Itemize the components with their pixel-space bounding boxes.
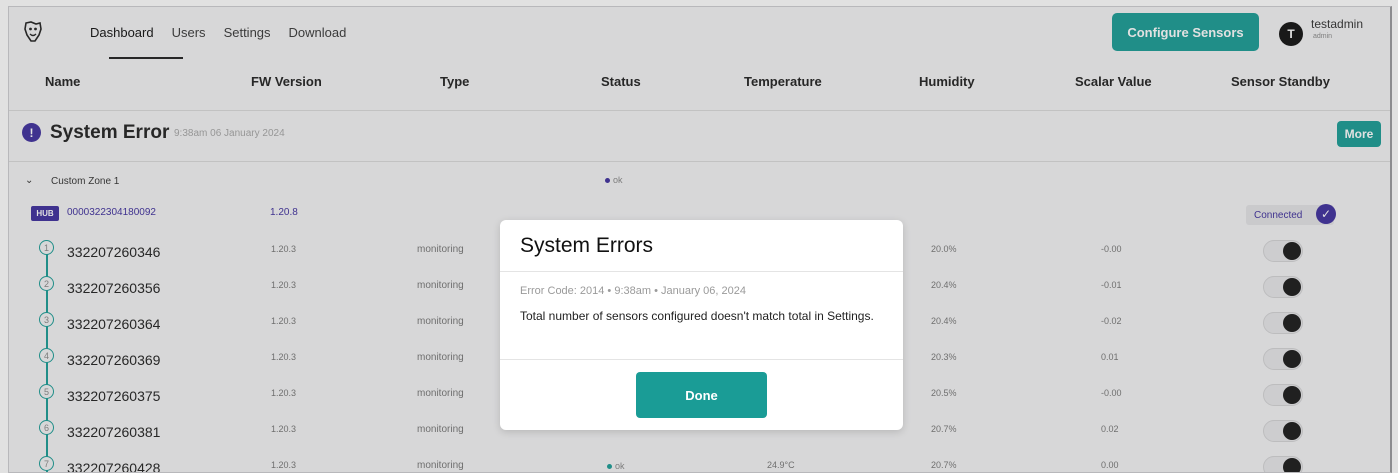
system-errors-modal: System Errors Error Code: 2014 • 9:38am … <box>500 220 903 430</box>
done-button[interactable]: Done <box>636 372 767 418</box>
modal-error-code: Error Code: 2014 • 9:38am • January 06, … <box>520 285 747 297</box>
modal-divider-top <box>500 271 903 272</box>
modal-message: Total number of sensors configured doesn… <box>520 309 874 323</box>
modal-divider-bottom <box>500 359 903 360</box>
modal-title: System Errors <box>520 234 654 257</box>
